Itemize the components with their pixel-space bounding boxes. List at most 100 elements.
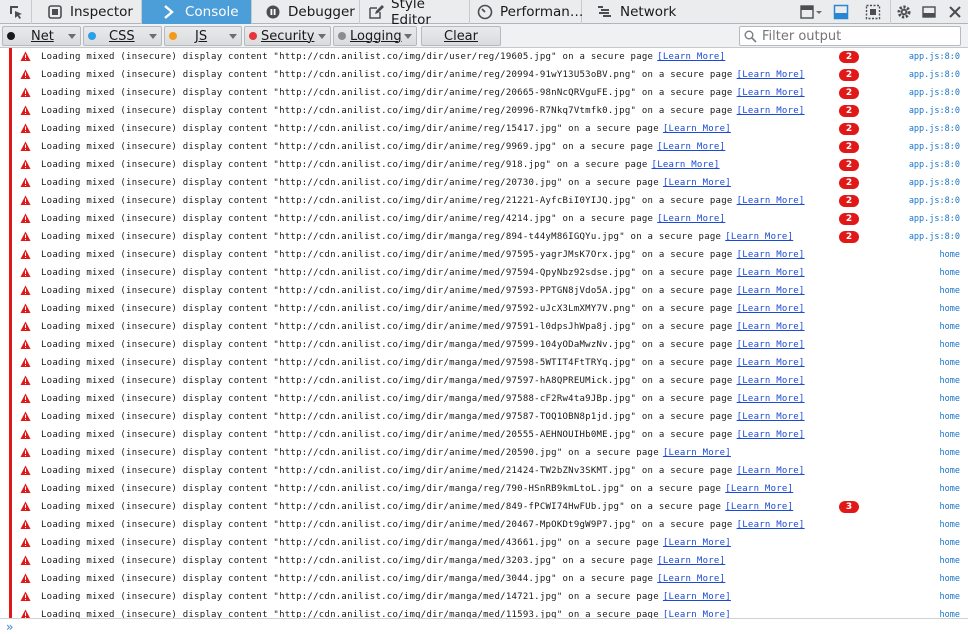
learn-more-link[interactable]: [Learn More] bbox=[737, 106, 805, 116]
tab-console[interactable]: Console bbox=[142, 0, 252, 24]
message-location-link[interactable]: home bbox=[940, 480, 960, 498]
tab-inspector[interactable]: Inspector bbox=[32, 0, 142, 24]
learn-more-link[interactable]: [Learn More] bbox=[652, 160, 720, 170]
message-location-link[interactable]: home bbox=[940, 444, 960, 462]
message-location-link[interactable]: home bbox=[940, 570, 960, 588]
learn-more-link[interactable]: [Learn More] bbox=[737, 394, 805, 404]
filter-net-button[interactable]: Net bbox=[2, 26, 81, 46]
message-location-link[interactable]: home bbox=[940, 246, 960, 264]
message-location-link[interactable]: home bbox=[940, 552, 960, 570]
learn-more-link[interactable]: [Learn More] bbox=[737, 70, 805, 80]
message-location-link[interactable]: app.js:8:0 bbox=[909, 156, 960, 174]
learn-more-link[interactable]: [Learn More] bbox=[737, 322, 805, 332]
element-picker-button[interactable] bbox=[0, 0, 32, 24]
learn-more-link[interactable]: [Learn More] bbox=[657, 214, 725, 224]
console-message-row[interactable]: Loading mixed (insecure) display content… bbox=[0, 354, 968, 372]
filter-css-button[interactable]: CSS bbox=[83, 26, 162, 46]
message-location-link[interactable]: home bbox=[940, 282, 960, 300]
console-message-row[interactable]: Loading mixed (insecure) display content… bbox=[0, 156, 968, 174]
message-location-link[interactable]: home bbox=[940, 336, 960, 354]
console-message-row[interactable]: Loading mixed (insecure) display content… bbox=[0, 606, 968, 618]
learn-more-link[interactable]: [Learn More] bbox=[663, 592, 731, 602]
learn-more-link[interactable]: [Learn More] bbox=[737, 268, 805, 278]
message-location-link[interactable]: home bbox=[940, 354, 960, 372]
console-message-row[interactable]: Loading mixed (insecure) display content… bbox=[0, 480, 968, 498]
console-message-row[interactable]: Loading mixed (insecure) display content… bbox=[0, 570, 968, 588]
frame-selector-button[interactable] bbox=[796, 0, 826, 24]
message-location-link[interactable]: app.js:8:0 bbox=[909, 120, 960, 138]
settings-button[interactable] bbox=[890, 0, 916, 24]
message-location-link[interactable]: home bbox=[940, 318, 960, 336]
filter-js-button[interactable]: JS bbox=[164, 26, 242, 46]
console-message-row[interactable]: Loading mixed (insecure) display content… bbox=[0, 444, 968, 462]
learn-more-link[interactable]: [Learn More] bbox=[657, 52, 725, 62]
message-location-link[interactable]: app.js:8:0 bbox=[909, 66, 960, 84]
learn-more-link[interactable]: [Learn More] bbox=[725, 232, 793, 242]
screenshot-button[interactable] bbox=[856, 0, 890, 24]
learn-more-link[interactable]: [Learn More] bbox=[737, 250, 805, 260]
learn-more-link[interactable]: [Learn More] bbox=[657, 574, 725, 584]
console-message-row[interactable]: Loading mixed (insecure) display content… bbox=[0, 192, 968, 210]
console-message-row[interactable]: Loading mixed (insecure) display content… bbox=[0, 174, 968, 192]
console-message-row[interactable]: Loading mixed (insecure) display content… bbox=[0, 390, 968, 408]
console-message-row[interactable]: Loading mixed (insecure) display content… bbox=[0, 408, 968, 426]
console-message-row[interactable]: Loading mixed (insecure) display content… bbox=[0, 588, 968, 606]
learn-more-link[interactable]: [Learn More] bbox=[663, 448, 731, 458]
filter-logging-button[interactable]: Logging bbox=[333, 26, 417, 46]
learn-more-link[interactable]: [Learn More] bbox=[737, 466, 805, 476]
tab-performance[interactable]: Performan… bbox=[470, 0, 583, 24]
console-message-row[interactable]: Loading mixed (insecure) display content… bbox=[0, 372, 968, 390]
message-location-link[interactable]: home bbox=[940, 408, 960, 426]
learn-more-link[interactable]: [Learn More] bbox=[657, 556, 725, 566]
learn-more-link[interactable]: [Learn More] bbox=[737, 430, 805, 440]
console-input[interactable]: » bbox=[0, 618, 968, 634]
console-message-row[interactable]: Loading mixed (insecure) display content… bbox=[0, 102, 968, 120]
console-message-row[interactable]: Loading mixed (insecure) display content… bbox=[0, 534, 968, 552]
close-toolbox-button[interactable] bbox=[942, 0, 968, 24]
message-location-link[interactable]: app.js:8:0 bbox=[909, 48, 960, 66]
console-message-row[interactable]: Loading mixed (insecure) display content… bbox=[0, 210, 968, 228]
tab-debugger[interactable]: Debugger bbox=[252, 0, 360, 24]
learn-more-link[interactable]: [Learn More] bbox=[725, 484, 793, 494]
learn-more-link[interactable]: [Learn More] bbox=[737, 88, 805, 98]
message-location-link[interactable]: app.js:8:0 bbox=[909, 228, 960, 246]
console-message-row[interactable]: Loading mixed (insecure) display content… bbox=[0, 228, 968, 246]
message-location-link[interactable]: home bbox=[940, 588, 960, 606]
learn-more-link[interactable]: [Learn More] bbox=[737, 196, 805, 206]
message-location-link[interactable]: app.js:8:0 bbox=[909, 138, 960, 156]
message-location-link[interactable]: home bbox=[940, 390, 960, 408]
console-message-row[interactable]: Loading mixed (insecure) display content… bbox=[0, 462, 968, 480]
clear-button[interactable]: Clear bbox=[421, 26, 501, 46]
message-location-link[interactable]: home bbox=[940, 534, 960, 552]
learn-more-link[interactable]: [Learn More] bbox=[663, 538, 731, 548]
console-message-row[interactable]: Loading mixed (insecure) display content… bbox=[0, 318, 968, 336]
learn-more-link[interactable]: [Learn More] bbox=[663, 178, 731, 188]
console-message-row[interactable]: Loading mixed (insecure) display content… bbox=[0, 300, 968, 318]
split-console-button[interactable] bbox=[826, 0, 856, 24]
message-location-link[interactable]: app.js:8:0 bbox=[909, 192, 960, 210]
message-location-link[interactable]: home bbox=[940, 606, 960, 618]
tab-style-editor[interactable]: Style Editor bbox=[360, 0, 470, 28]
learn-more-link[interactable]: [Learn More] bbox=[657, 142, 725, 152]
learn-more-link[interactable]: [Learn More] bbox=[737, 376, 805, 386]
console-message-row[interactable]: Loading mixed (insecure) display content… bbox=[0, 282, 968, 300]
console-message-row[interactable]: Loading mixed (insecure) display content… bbox=[0, 246, 968, 264]
learn-more-link[interactable]: [Learn More] bbox=[725, 502, 793, 512]
console-message-row[interactable]: Loading mixed (insecure) display content… bbox=[0, 426, 968, 444]
learn-more-link[interactable]: [Learn More] bbox=[737, 520, 805, 530]
learn-more-link[interactable]: [Learn More] bbox=[737, 304, 805, 314]
learn-more-link[interactable]: [Learn More] bbox=[737, 286, 805, 296]
console-message-row[interactable]: Loading mixed (insecure) display content… bbox=[0, 66, 968, 84]
message-location-link[interactable]: home bbox=[940, 300, 960, 318]
console-message-row[interactable]: Loading mixed (insecure) display content… bbox=[0, 498, 968, 516]
message-location-link[interactable]: home bbox=[940, 264, 960, 282]
console-output[interactable]: Loading mixed (insecure) display content… bbox=[0, 48, 968, 618]
console-message-row[interactable]: Loading mixed (insecure) display content… bbox=[0, 138, 968, 156]
message-location-link[interactable]: app.js:8:0 bbox=[909, 210, 960, 228]
message-location-link[interactable]: app.js:8:0 bbox=[909, 174, 960, 192]
console-message-row[interactable]: Loading mixed (insecure) display content… bbox=[0, 120, 968, 138]
message-location-link[interactable]: home bbox=[940, 498, 960, 516]
learn-more-link[interactable]: [Learn More] bbox=[663, 610, 731, 618]
console-message-row[interactable]: Loading mixed (insecure) display content… bbox=[0, 264, 968, 282]
dock-side-button[interactable] bbox=[916, 0, 942, 24]
